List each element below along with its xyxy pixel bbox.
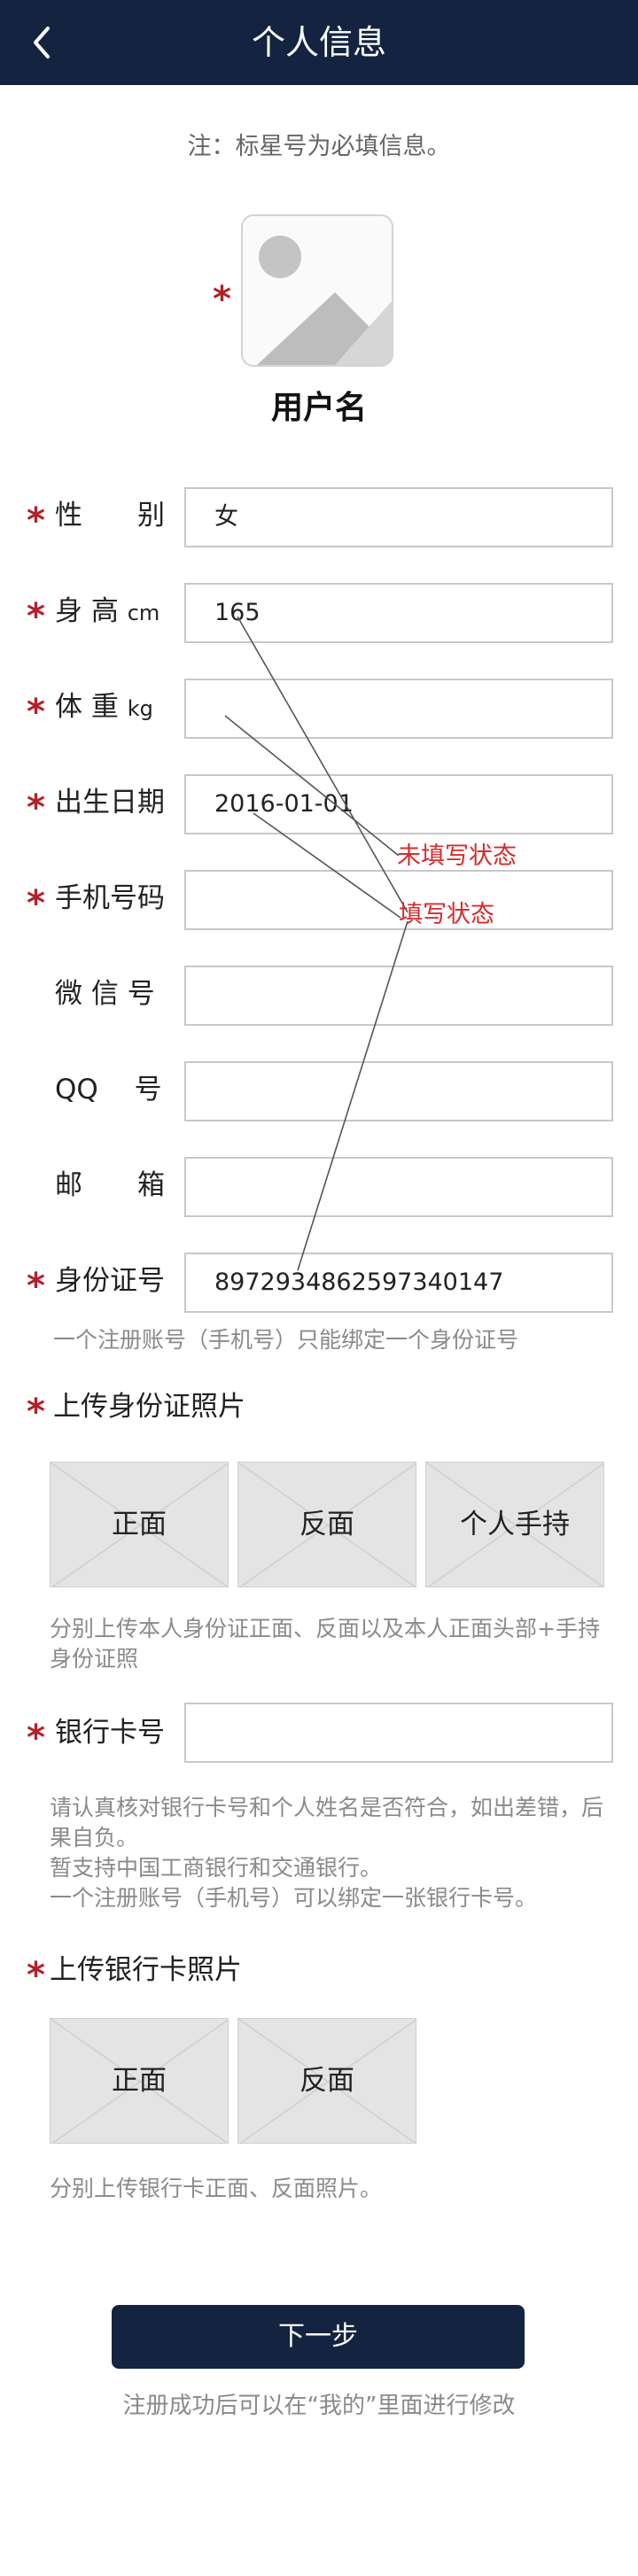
avatar-upload[interactable] [241, 214, 393, 367]
image-placeholder-icon [257, 236, 392, 365]
required-star: * [27, 788, 45, 828]
id-number-label: 身份证号 [55, 1265, 165, 1297]
bank-card-field[interactable] [184, 1703, 613, 1763]
required-note: 注：标星号为必填信息。 [187, 133, 451, 160]
required-star: * [27, 500, 45, 541]
weight-label-text: 体 重 [55, 691, 119, 723]
id-photo-handheld[interactable]: 个人手持 [425, 1462, 604, 1587]
bank-photo-row: 正面 反面 [0, 2018, 638, 2144]
weight-unit: kg [127, 696, 153, 721]
photo-label: 反面 [300, 2065, 354, 2097]
required-star: * [27, 596, 45, 637]
photo-label: 正面 [112, 2065, 167, 2097]
id-photo-title: 上传身份证照片 [53, 1391, 245, 1423]
bank-hint: 请认真核对银行卡号和个人姓名是否符合，如出差错，后果自负。 [50, 1795, 604, 1851]
weight-field[interactable] [184, 679, 613, 739]
height-label-text: 身 高 [55, 595, 119, 627]
page-title: 个人信息 [251, 23, 386, 62]
qq-field[interactable] [184, 1061, 613, 1121]
required-star: * [213, 279, 231, 320]
required-star: * [27, 1266, 45, 1307]
email-field[interactable] [184, 1157, 613, 1217]
bank-card-label: 银行卡号 [55, 1717, 165, 1749]
bank-photo-front[interactable]: 正面 [50, 2018, 229, 2144]
height-unit: cm [127, 601, 160, 625]
weight-label: 体 重 kg [55, 687, 153, 728]
bank-hint: 一个注册账号（手机号）可以绑定一张银行卡号。 [50, 1885, 538, 1911]
annotation-filled: 填写状态 [399, 901, 494, 928]
qq-label: QQ 号 [55, 1074, 162, 1106]
id-photo-row: 正面 反面 个人手持 [0, 1462, 638, 1587]
photo-label: 个人手持 [460, 1509, 570, 1540]
gender-field[interactable]: 女 [184, 487, 613, 547]
height-field[interactable]: 165 [184, 583, 613, 643]
gender-label: 性 别 [55, 500, 165, 531]
id-photo-hint: 分别上传本人身份证正面、反面以及本人正面头部+手持身份证照 [50, 1616, 600, 1672]
required-star: * [27, 883, 45, 924]
wechat-label: 微 信 号 [55, 978, 155, 1010]
birthdate-field[interactable]: 2016-01-01 [184, 774, 613, 834]
bank-photo-title: 上传银行卡照片 [50, 1954, 242, 1986]
id-number-field[interactable]: 897293486259734014​7 [184, 1253, 613, 1313]
phone-label: 手机号码 [55, 882, 165, 914]
email-label: 邮 箱 [55, 1169, 165, 1201]
required-star: * [27, 1392, 45, 1432]
required-star: * [27, 1955, 45, 1996]
next-button[interactable]: 下一步 [112, 2305, 525, 2369]
photo-label: 正面 [112, 1509, 167, 1540]
id-photo-front[interactable]: 正面 [50, 1462, 229, 1587]
required-star: * [27, 1718, 45, 1758]
app-header: 个人信息 [0, 0, 638, 85]
required-star: * [27, 692, 45, 733]
wechat-field[interactable] [184, 966, 613, 1026]
height-label: 身 高 cm [55, 592, 160, 632]
id-photo-back[interactable]: 反面 [237, 1462, 416, 1587]
annotation-unfilled: 未填写状态 [397, 842, 517, 870]
photo-label: 反面 [300, 1509, 354, 1540]
footer-note: 注册成功后可以在“我的”里面进行修改 [122, 2393, 516, 2419]
back-button[interactable] [21, 19, 67, 66]
bank-hint: 暂支持中国工商银行和交通银行。 [50, 1855, 383, 1881]
username: 用户名 [270, 390, 367, 426]
bank-photo-hint: 分别上传银行卡正面、反面照片。 [50, 2176, 383, 2201]
id-hint: 一个注册账号（手机号）只能绑定一个身份证号 [53, 1327, 519, 1353]
birthdate-label: 出生日期 [55, 787, 165, 819]
bank-photo-back[interactable]: 反面 [237, 2018, 416, 2144]
chevron-left-icon [34, 27, 50, 58]
